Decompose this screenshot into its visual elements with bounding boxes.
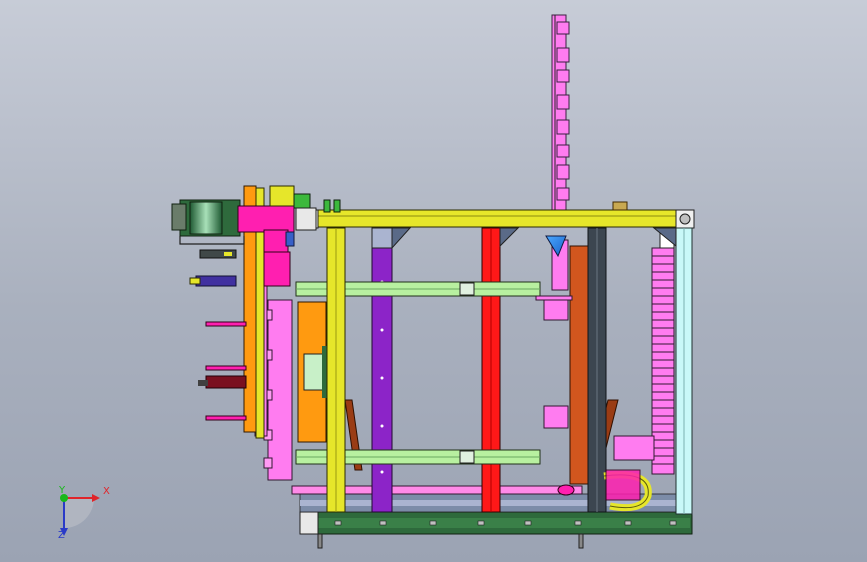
right-cyan-column [675,227,693,515]
coordinate-triad [60,494,100,536]
assembly-model[interactable] [0,0,867,562]
cad-viewport[interactable]: X Y Z [0,0,867,562]
vertical-pink-column [551,14,570,216]
purple-column [371,227,412,513]
left-small-bars [189,249,247,421]
right-pink-comb [613,231,675,475]
triad-z-label: Z [58,530,65,541]
left-yellow-post [323,199,346,513]
dark-gray-column [587,227,607,513]
mid-pink-brackets [543,235,569,429]
top-yellow-beam [299,201,695,229]
orange-slider [297,301,328,443]
triad-y-label: Y [59,485,66,496]
triad-x-label: X [103,486,110,497]
